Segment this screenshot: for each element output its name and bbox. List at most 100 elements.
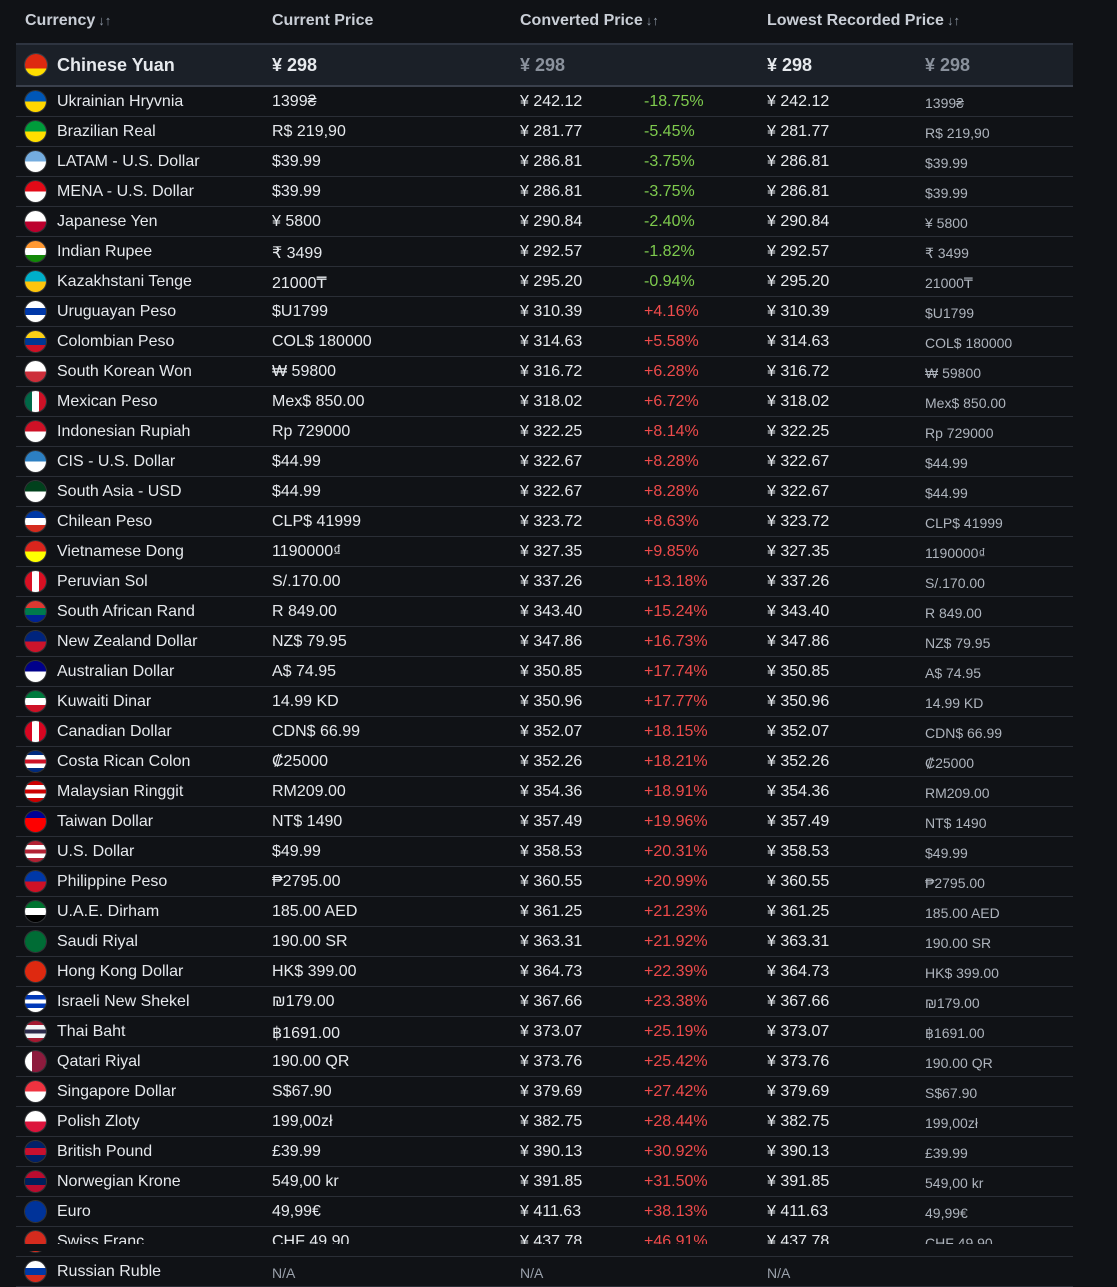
converted-price: ¥ 323.72 bbox=[520, 513, 583, 530]
price-difference: -18.75% bbox=[644, 93, 704, 110]
converted-price-header-label: Converted Price bbox=[520, 12, 643, 29]
table-row: Swiss Franc CHF 49.90 ¥ 437.78 +46.91% ¥ 437… bbox=[16, 1227, 1073, 1257]
flag-icon bbox=[25, 751, 46, 772]
current-price: $49.99 bbox=[272, 843, 321, 860]
sort-icon[interactable]: ↓↑ bbox=[98, 13, 111, 28]
flag-icon bbox=[25, 631, 46, 652]
converted-price: ¥ 350.96 bbox=[520, 693, 583, 710]
converted-price-column-header[interactable]: Converted Price ↓↑ bbox=[520, 12, 659, 30]
table-row: Taiwan Dollar NT$ 1490 ¥ 357.49 +19.96% ¥ 35… bbox=[16, 807, 1073, 837]
current-price: 49,99€ bbox=[272, 1203, 321, 1220]
lowest-price: ¥ 316.72 bbox=[767, 363, 830, 380]
converted-price: ¥ 364.73 bbox=[520, 963, 583, 980]
currency-name: Saudi Riyal bbox=[57, 933, 138, 950]
flag-icon bbox=[25, 1261, 46, 1282]
lowest-price: ¥ 350.96 bbox=[767, 693, 830, 710]
current-price: S/.170.00 bbox=[272, 573, 341, 590]
currency-name: Singapore Dollar bbox=[57, 1083, 177, 1100]
currency-column-header[interactable]: Currency ↓↑ bbox=[25, 12, 111, 30]
current-price: HK$ 399.00 bbox=[272, 963, 357, 980]
current-price: CLP$ 41999 bbox=[272, 513, 361, 530]
currency-name: Indian Rupee bbox=[57, 243, 153, 260]
converted-price: ¥ 367.66 bbox=[520, 993, 583, 1010]
current-price: R 849.00 bbox=[272, 603, 337, 620]
flag-icon bbox=[25, 361, 46, 382]
lowest-original-price: $39.99 bbox=[925, 185, 968, 201]
flag-icon bbox=[25, 1141, 46, 1162]
viewport-edge bbox=[0, 1244, 1117, 1251]
converted-price: ¥ 382.75 bbox=[520, 1113, 583, 1130]
converted-price: ¥ 350.85 bbox=[520, 663, 583, 680]
price-difference: +20.31% bbox=[644, 843, 708, 860]
price-difference: +31.50% bbox=[644, 1173, 708, 1190]
lowest-price: ¥ 360.55 bbox=[767, 873, 830, 890]
lowest-price-column-header[interactable]: Lowest Recorded Price ↓↑ bbox=[767, 12, 960, 30]
lowest-price: ¥ 281.77 bbox=[767, 123, 830, 140]
current-price: ¥ 298 bbox=[272, 55, 318, 75]
lowest-price: ¥ 286.81 bbox=[767, 153, 830, 170]
currency-name: Indonesian Rupiah bbox=[57, 423, 191, 440]
price-difference: +18.21% bbox=[644, 753, 708, 770]
current-price: 1399₴ bbox=[272, 93, 317, 110]
lowest-original-price: Rp 729000 bbox=[925, 425, 994, 441]
converted-price: ¥ 373.07 bbox=[520, 1023, 583, 1040]
table-row: Costa Rican Colon ₡25000 ¥ 352.26 +18.21% ¥ … bbox=[16, 747, 1073, 777]
table-row: Australian Dollar A$ 74.95 ¥ 350.85 +17.74%… bbox=[16, 657, 1073, 687]
table-row: Colombian Peso COL$ 180000 ¥ 314.63 +5.58% ¥… bbox=[16, 327, 1073, 357]
flag-icon bbox=[25, 91, 46, 112]
flag-icon bbox=[25, 961, 46, 982]
converted-price: ¥ 322.25 bbox=[520, 423, 583, 440]
lowest-price: ¥ 361.25 bbox=[767, 903, 830, 920]
price-difference: -3.75% bbox=[644, 153, 695, 170]
current-price: $U1799 bbox=[272, 303, 329, 320]
converted-price: ¥ 361.25 bbox=[520, 903, 583, 920]
lowest-price: ¥ 364.73 bbox=[767, 963, 830, 980]
flag-icon bbox=[25, 1171, 46, 1192]
lowest-price: ¥ 391.85 bbox=[767, 1173, 830, 1190]
table-row: New Zealand Dollar NZ$ 79.95 ¥ 347.86 +16.7… bbox=[16, 627, 1073, 657]
flag-icon bbox=[25, 571, 46, 592]
currency-name: South African Rand bbox=[57, 603, 195, 620]
current-price: $44.99 bbox=[272, 483, 321, 500]
lowest-price: ¥ 295.20 bbox=[767, 273, 830, 290]
currency-name: LATAM - U.S. Dollar bbox=[57, 153, 200, 170]
flag-icon bbox=[25, 271, 46, 292]
currency-name: Norwegian Krone bbox=[57, 1173, 181, 1190]
flag-icon bbox=[25, 1201, 46, 1222]
converted-price: ¥ 391.85 bbox=[520, 1173, 583, 1190]
current-price: S$67.90 bbox=[272, 1083, 332, 1100]
lowest-original-price: 199,00zł bbox=[925, 1115, 978, 1131]
lowest-original-price: HK$ 399.00 bbox=[925, 965, 999, 981]
current-price: $44.99 bbox=[272, 453, 321, 470]
flag-icon bbox=[25, 451, 46, 472]
lowest-original-price: A$ 74.95 bbox=[925, 665, 982, 681]
lowest-price: N/A bbox=[767, 1265, 791, 1281]
table-row: Kazakhstani Tenge 21000₸ ¥ 295.20 -0.94% ¥ 2… bbox=[16, 267, 1073, 297]
flag-icon bbox=[25, 931, 46, 952]
sort-icon[interactable]: ↓↑ bbox=[646, 13, 659, 28]
converted-price: ¥ 322.67 bbox=[520, 453, 583, 470]
table-row: Ukrainian Hryvnia 1399₴ ¥ 242.12 -18.75% ¥ 2… bbox=[16, 87, 1073, 117]
flag-icon bbox=[25, 901, 46, 922]
lowest-original-price: CDN$ 66.99 bbox=[925, 725, 1003, 741]
table-row: U.S. Dollar $49.99 ¥ 358.53 +20.31% ¥ 358.53… bbox=[16, 837, 1073, 867]
table-row: LATAM - U.S. Dollar $39.99 ¥ 286.81 -3.75% ¥… bbox=[16, 147, 1073, 177]
price-difference: -3.75% bbox=[644, 183, 695, 200]
lowest-original-price: R 849.00 bbox=[925, 605, 982, 621]
current-price: R$ 219,90 bbox=[272, 123, 346, 140]
table-row: Japanese Yen ¥ 5800 ¥ 290.84 -2.40% ¥ 290.84… bbox=[16, 207, 1073, 237]
price-difference: +4.16% bbox=[644, 303, 699, 320]
converted-price: ¥ 314.63 bbox=[520, 333, 583, 350]
price-difference: +17.74% bbox=[644, 663, 708, 680]
current-price-header-label: Current Price bbox=[272, 12, 374, 29]
current-price: ₪179.00 bbox=[272, 993, 335, 1010]
price-difference: +18.91% bbox=[644, 783, 708, 800]
flag-icon bbox=[25, 391, 46, 412]
sort-icon[interactable]: ↓↑ bbox=[947, 13, 960, 28]
currency-name: Canadian Dollar bbox=[57, 723, 172, 740]
lowest-price: ¥ 343.40 bbox=[767, 603, 830, 620]
table-row: Chilean Peso CLP$ 41999 ¥ 323.72 +8.63% ¥ 32… bbox=[16, 507, 1073, 537]
price-difference: +27.42% bbox=[644, 1083, 708, 1100]
lowest-price: ¥ 390.13 bbox=[767, 1143, 830, 1160]
lowest-original-price: 1399₴ bbox=[925, 95, 964, 111]
